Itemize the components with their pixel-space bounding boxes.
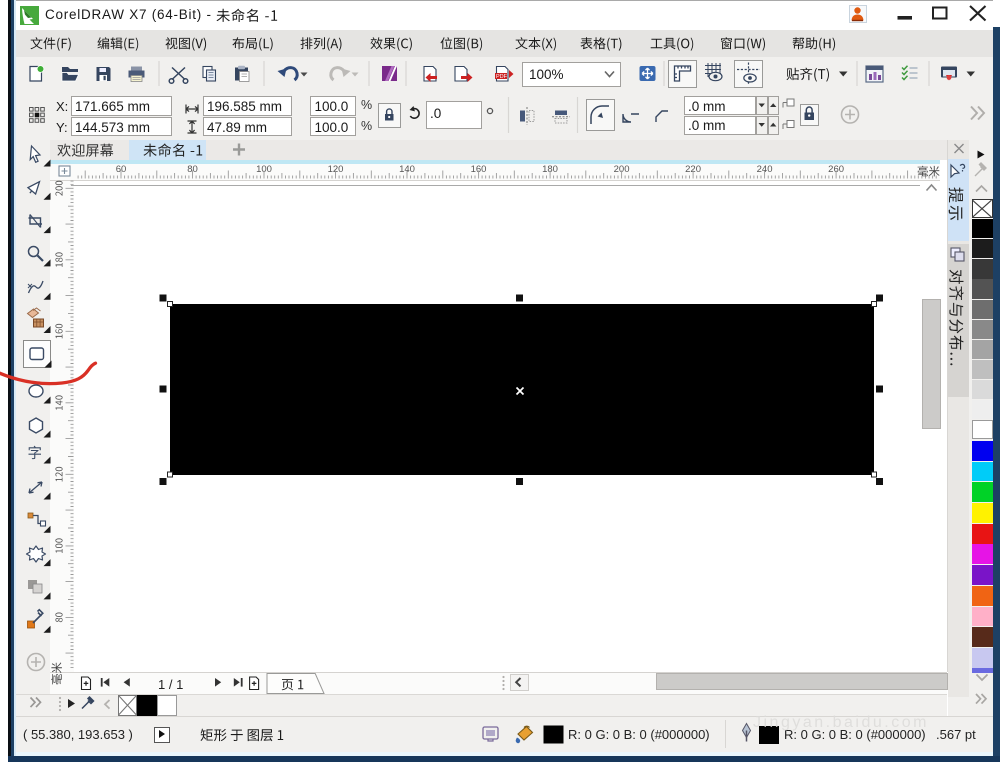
svg-text:PDF: PDF [496,74,508,80]
